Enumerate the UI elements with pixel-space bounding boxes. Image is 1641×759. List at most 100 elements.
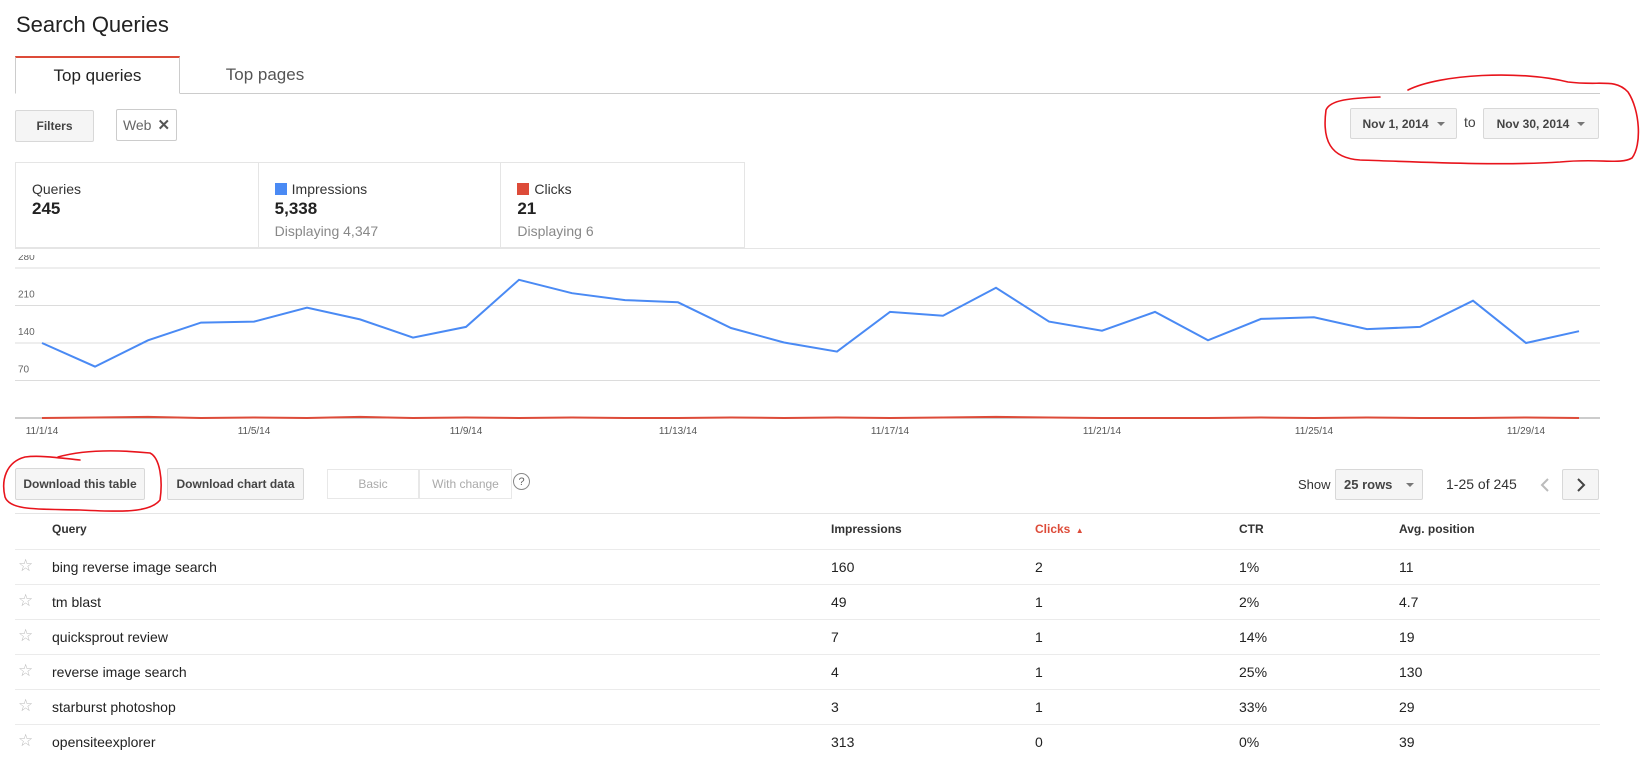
ctr-cell: 25% bbox=[1239, 664, 1267, 680]
impressions-label: Impressions bbox=[292, 181, 367, 197]
clicks-cell: 1 bbox=[1035, 664, 1043, 680]
view-basic-button[interactable]: Basic bbox=[327, 469, 419, 499]
end-date-dropdown[interactable]: Nov 30, 2014 bbox=[1483, 108, 1599, 139]
impressions-legend-swatch bbox=[275, 183, 287, 195]
x-tick-label: 11/29/14 bbox=[1507, 426, 1546, 437]
x-tick-label: 11/5/14 bbox=[238, 426, 271, 437]
queries-label: Queries bbox=[32, 181, 242, 197]
header-impressions[interactable]: Impressions bbox=[831, 522, 902, 536]
clicks-summary[interactable]: Clicks 21 Displaying 6 bbox=[501, 163, 744, 247]
table-row[interactable]: ☆tm blast4912%4.7 bbox=[15, 584, 1600, 619]
clicks-legend-swatch bbox=[517, 183, 529, 195]
start-date-dropdown[interactable]: Nov 1, 2014 bbox=[1350, 108, 1457, 139]
y-tick-label: 210 bbox=[18, 290, 35, 301]
queries-value: 245 bbox=[32, 199, 242, 219]
ctr-cell: 33% bbox=[1239, 699, 1267, 715]
table-row[interactable]: ☆quicksprout review7114%19 bbox=[15, 619, 1600, 654]
date-range-separator: to bbox=[1464, 114, 1476, 130]
chart-divider bbox=[15, 248, 1600, 249]
end-date-value: Nov 30, 2014 bbox=[1497, 117, 1570, 131]
download-chart-data-button[interactable]: Download chart data bbox=[167, 468, 304, 500]
view-with-change-button[interactable]: With change bbox=[419, 469, 512, 499]
x-tick-label: 11/25/14 bbox=[1295, 426, 1334, 437]
tab-top-queries[interactable]: Top queries bbox=[15, 56, 180, 94]
summary-panel: Queries 245 Impressions 5,338 Displaying… bbox=[15, 162, 745, 248]
query-cell[interactable]: reverse image search bbox=[52, 664, 187, 680]
header-ctr[interactable]: CTR bbox=[1239, 522, 1264, 536]
download-table-button[interactable]: Download this table bbox=[15, 468, 145, 500]
star-icon[interactable]: ☆ bbox=[18, 591, 33, 611]
table-controls-divider bbox=[15, 513, 1600, 514]
impressions-cell: 7 bbox=[831, 629, 839, 645]
sort-ascending-icon: ▲ bbox=[1076, 526, 1084, 535]
star-icon[interactable]: ☆ bbox=[18, 731, 33, 751]
y-tick-label: 140 bbox=[18, 327, 35, 338]
impressions-series-line bbox=[42, 280, 1579, 367]
tab-divider bbox=[15, 93, 1600, 94]
impressions-summary[interactable]: Impressions 5,338 Displaying 4,347 bbox=[259, 163, 502, 247]
query-cell[interactable]: starburst photoshop bbox=[52, 699, 176, 715]
rows-per-page-select[interactable]: 25 rows bbox=[1335, 469, 1423, 500]
page-title: Search Queries bbox=[16, 12, 169, 38]
impressions-cell: 49 bbox=[831, 594, 847, 610]
impressions-cell: 313 bbox=[831, 734, 854, 750]
avg-position-cell: 130 bbox=[1399, 664, 1422, 680]
show-rows-label: Show bbox=[1298, 477, 1331, 492]
view-mode-toggle[interactable]: Basic With change bbox=[327, 469, 512, 499]
rows-per-page-value: 25 rows bbox=[1344, 477, 1392, 492]
ctr-cell: 0% bbox=[1239, 734, 1259, 750]
web-filter-label: Web bbox=[123, 117, 152, 133]
chevron-left-icon[interactable] bbox=[1530, 470, 1560, 500]
table-row[interactable]: ☆opensiteexplorer31300%39 bbox=[15, 724, 1600, 759]
pagination-range: 1-25 of 245 bbox=[1446, 476, 1517, 492]
avg-position-cell: 39 bbox=[1399, 734, 1415, 750]
x-tick-label: 11/17/14 bbox=[871, 426, 910, 437]
impressions-displaying: Displaying 4,347 bbox=[275, 223, 485, 239]
star-icon[interactable]: ☆ bbox=[18, 696, 33, 716]
star-icon[interactable]: ☆ bbox=[18, 626, 33, 646]
y-tick-label: 280 bbox=[18, 255, 35, 263]
header-clicks-label: Clicks bbox=[1035, 522, 1070, 536]
x-tick-label: 11/21/14 bbox=[1083, 426, 1122, 437]
table-row[interactable]: ☆ starburst photoshop 3 1 33% 29 bbox=[15, 689, 1600, 724]
chevron-down-icon bbox=[1406, 483, 1414, 487]
clicks-cell: 2 bbox=[1035, 559, 1043, 575]
help-icon[interactable]: ? bbox=[513, 473, 530, 490]
table-row[interactable]: ☆bing reverse image search16021%11 bbox=[15, 549, 1600, 584]
query-cell[interactable]: tm blast bbox=[52, 594, 101, 610]
avg-position-cell: 29 bbox=[1399, 699, 1415, 715]
query-cell[interactable]: bing reverse image search bbox=[52, 559, 217, 575]
remove-filter-icon[interactable]: ✕ bbox=[157, 116, 170, 134]
ctr-cell: 14% bbox=[1239, 629, 1267, 645]
x-tick-label: 11/1/14 bbox=[26, 426, 59, 437]
queries-summary: Queries 245 bbox=[16, 163, 259, 247]
clicks-value: 21 bbox=[517, 199, 728, 219]
x-tick-label: 11/13/14 bbox=[659, 426, 698, 437]
impressions-clicks-line-chart: 70 140 210 280 11/1/14 11/5/14 11/9/14 11/13/14… bbox=[0, 255, 1641, 440]
table-row[interactable]: ☆ reverse image search 4 1 25% 130 bbox=[15, 654, 1600, 689]
star-icon[interactable]: ☆ bbox=[18, 661, 33, 681]
y-tick-label: 70 bbox=[18, 365, 30, 376]
query-cell[interactable]: opensiteexplorer bbox=[52, 734, 156, 750]
header-avg-position[interactable]: Avg. position bbox=[1399, 522, 1475, 536]
clicks-cell: 1 bbox=[1035, 699, 1043, 715]
header-query[interactable]: Query bbox=[52, 522, 87, 536]
avg-position-cell: 11 bbox=[1399, 559, 1414, 575]
chevron-right-icon[interactable] bbox=[1562, 469, 1599, 500]
impressions-cell: 160 bbox=[831, 559, 854, 575]
chevron-down-icon bbox=[1437, 122, 1445, 126]
avg-position-cell: 4.7 bbox=[1399, 594, 1418, 610]
clicks-series-line bbox=[42, 417, 1579, 418]
tab-top-pages[interactable]: Top pages bbox=[190, 56, 340, 94]
web-filter-chip[interactable]: Web ✕ bbox=[116, 109, 177, 141]
clicks-displaying: Displaying 6 bbox=[517, 223, 728, 239]
impressions-cell: 4 bbox=[831, 664, 839, 680]
star-icon[interactable]: ☆ bbox=[18, 556, 33, 576]
query-cell[interactable]: quicksprout review bbox=[52, 629, 168, 645]
filters-button[interactable]: Filters bbox=[15, 110, 94, 142]
avg-position-cell: 19 bbox=[1399, 629, 1415, 645]
impressions-value: 5,338 bbox=[275, 199, 485, 219]
x-tick-label: 11/9/14 bbox=[450, 426, 483, 437]
header-clicks-sorted[interactable]: Clicks ▲ bbox=[1035, 522, 1084, 536]
impressions-cell: 3 bbox=[831, 699, 839, 715]
